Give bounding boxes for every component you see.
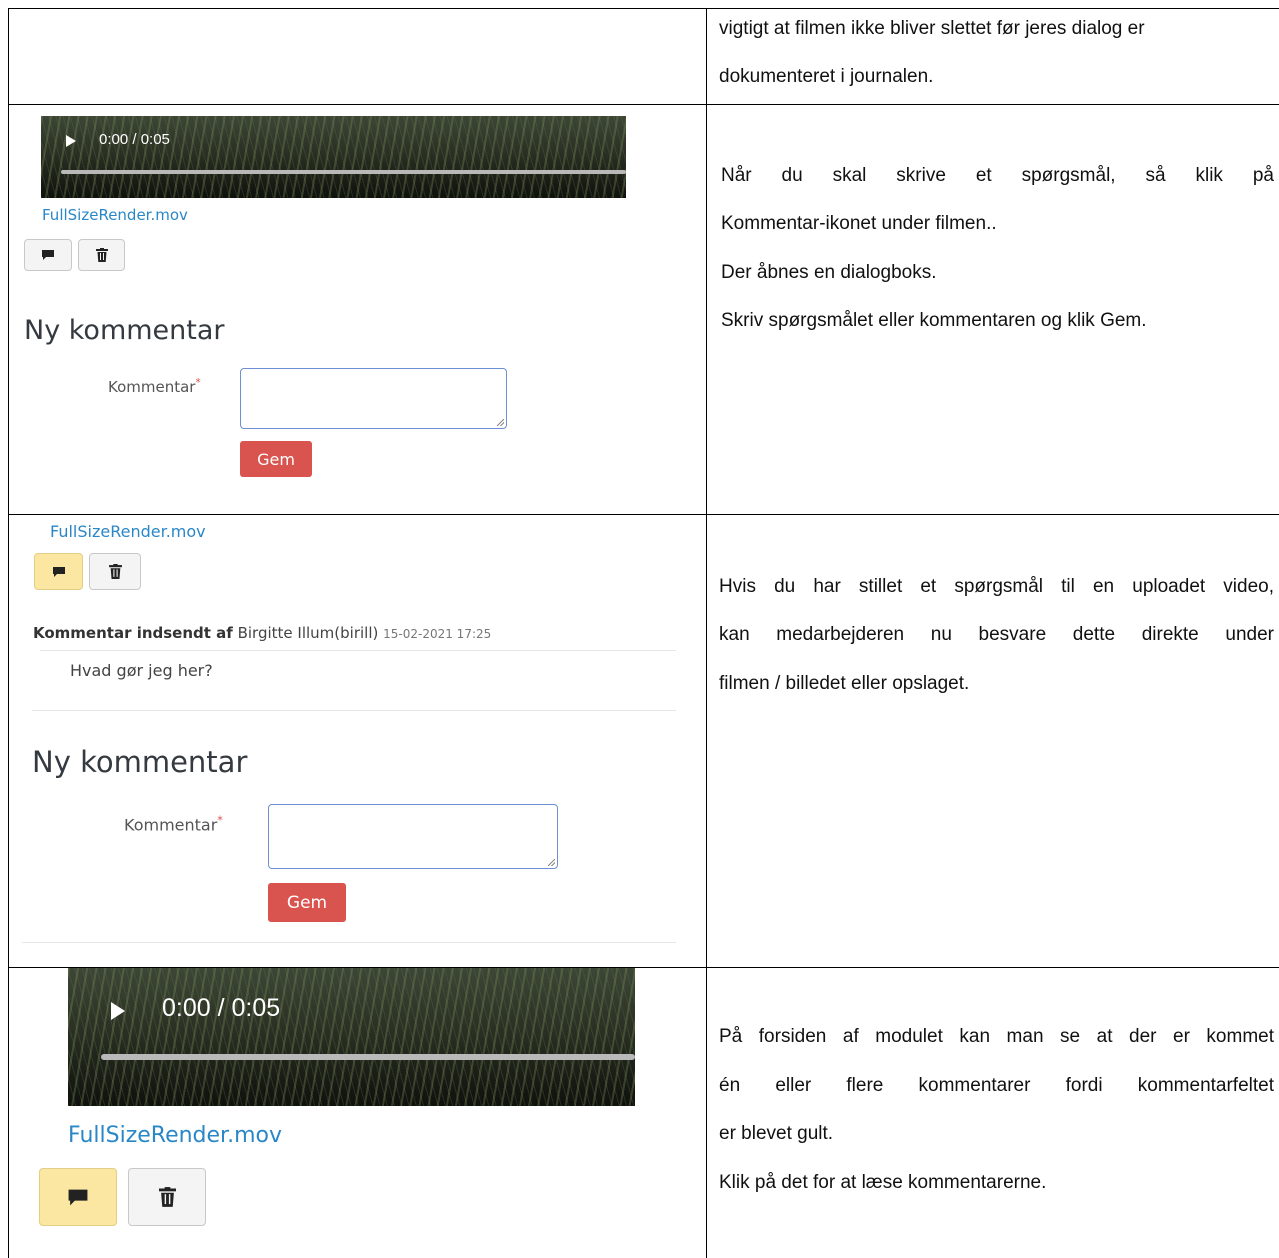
file-link[interactable]: FullSizeRender.mov: [50, 522, 206, 541]
instruction-line: Kommentar-ikonet under filmen..: [721, 213, 997, 234]
comment-button[interactable]: [24, 239, 72, 271]
trash-icon: [108, 564, 122, 579]
comment-date: 15-02-2021 17:25: [383, 627, 492, 641]
trash-icon: [95, 248, 108, 262]
instruction-line: filmen / billedet eller opslaget.: [719, 673, 970, 694]
new-comment-heading: Ny kommentar: [32, 745, 248, 779]
file-link[interactable]: FullSizeRender.mov: [68, 1123, 282, 1148]
video-player[interactable]: 0:00 / 0:05: [41, 116, 626, 198]
resize-handle-icon[interactable]: [497, 419, 504, 426]
divider: [32, 710, 676, 711]
new-comment-heading: Ny kommentar: [24, 315, 225, 346]
comment-label-text: Kommentar: [124, 815, 218, 835]
instruction-line: er blevet gult.: [719, 1123, 834, 1144]
comment-button[interactable]: [39, 1168, 117, 1226]
comment-text: Hvad gør jeg her?: [70, 661, 213, 680]
play-icon[interactable]: [111, 1002, 125, 1020]
instruction-line: Hvis du har stillet et spørgsmål til en …: [719, 576, 1274, 597]
comment-icon: [68, 1189, 88, 1205]
save-button[interactable]: Gem: [240, 441, 312, 477]
video-player[interactable]: 0:00 / 0:05: [68, 968, 635, 1106]
comment-button[interactable]: [34, 553, 83, 590]
file-link[interactable]: FullSizeRender.mov: [42, 206, 188, 224]
divider: [40, 650, 676, 651]
instruction-line: kan medarbejderen nu besvare dette direk…: [719, 624, 1274, 645]
instruction-line: Skriv spørgsmålet eller kommentaren og k…: [721, 310, 1147, 331]
comment-label-text: Kommentar: [108, 378, 196, 396]
delete-button[interactable]: [89, 553, 141, 590]
instruction-line: Klik på det for at læse kommentarerne.: [719, 1172, 1047, 1193]
video-progress-track[interactable]: [101, 1054, 635, 1060]
comment-by-label: Kommentar indsendt af: [33, 624, 233, 642]
comment-field-label: Kommentar*: [124, 814, 223, 834]
table-border-left: [8, 8, 9, 1258]
video-time: 0:00 / 0:05: [99, 131, 170, 148]
required-mark: *: [195, 377, 201, 389]
play-icon[interactable]: [66, 135, 76, 147]
delete-button[interactable]: [128, 1168, 206, 1226]
instruction-line: dokumenteret i journalen.: [719, 66, 934, 87]
divider: [22, 942, 676, 943]
required-mark: *: [217, 814, 223, 827]
trash-icon: [158, 1187, 176, 1207]
video-progress-track[interactable]: [61, 170, 626, 174]
table-row-divider-1: [8, 104, 1279, 105]
comment-author: Birgitte Illum(birill): [237, 624, 379, 642]
comment-textarea[interactable]: [268, 804, 558, 869]
delete-button[interactable]: [78, 239, 125, 271]
table-row-divider-2: [8, 514, 1279, 515]
comment-icon: [52, 566, 65, 577]
instruction-line: Der åbnes en dialogboks.: [721, 262, 937, 283]
instruction-line: én eller flere kommentarer fordi komment…: [719, 1075, 1274, 1096]
table-column-divider: [706, 8, 707, 1258]
comment-textarea[interactable]: [240, 368, 507, 429]
instruction-line: På forsiden af modulet kan man se at der…: [719, 1026, 1274, 1047]
instruction-line: Når du skal skrive et spørgsmål, så klik…: [721, 165, 1274, 186]
table-border-top: [8, 8, 1279, 9]
save-button[interactable]: Gem: [268, 883, 346, 922]
comment-meta: Kommentar indsendt af Birgitte Illum(bir…: [33, 624, 491, 642]
comment-field-label: Kommentar*: [108, 377, 201, 396]
video-time: 0:00 / 0:05: [162, 994, 281, 1022]
resize-handle-icon[interactable]: [548, 859, 555, 866]
comment-icon: [42, 250, 54, 260]
instruction-line: vigtigt at filmen ikke bliver slettet fø…: [719, 18, 1145, 39]
